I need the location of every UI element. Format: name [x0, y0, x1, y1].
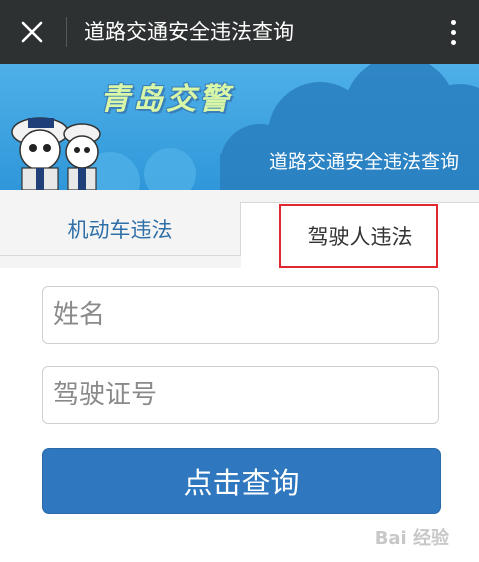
top-bar: 道路交通安全违法查询 [0, 0, 479, 64]
tab-driver-violation[interactable]: 驾驶人违法 [241, 202, 479, 269]
name-input[interactable] [42, 286, 439, 344]
tab-vehicle-violation[interactable]: 机动车违法 [0, 202, 241, 256]
page-title: 道路交通安全违法查询 [84, 20, 294, 44]
tab-bar: 机动车违法 驾驶人违法 [0, 190, 479, 269]
brand-logo-text: 青岛交警 [100, 82, 232, 117]
query-form: 点击查询 Bai 经验 [0, 268, 479, 562]
topbar-divider [66, 17, 67, 47]
police-mascot-icon [63, 123, 101, 190]
banner: 青岛交警 道路交通安全违法查询 [0, 64, 479, 190]
close-button[interactable] [14, 14, 50, 50]
more-vertical-icon [450, 19, 456, 25]
watermark: Bai 经验 [374, 528, 449, 549]
banner-subtitle: 道路交通安全违法查询 [268, 151, 459, 173]
police-mascot-icon [11, 117, 69, 190]
license-number-input[interactable] [42, 366, 439, 424]
more-menu-button[interactable] [445, 14, 461, 50]
query-button[interactable]: 点击查询 [42, 448, 441, 514]
close-icon [21, 21, 43, 43]
